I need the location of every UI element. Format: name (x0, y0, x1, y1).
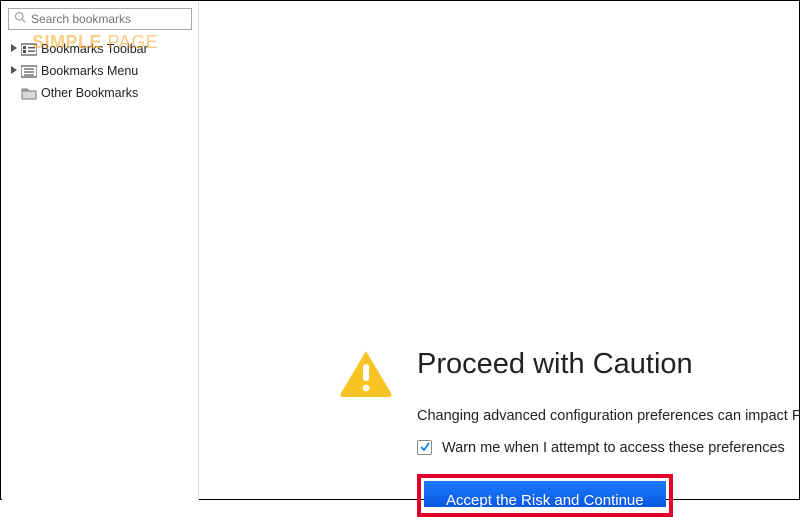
warning-checkbox-row: Warn me when I attempt to access these p… (417, 440, 798, 456)
main-content: Proceed with Caution Changing advanced c… (199, 2, 798, 498)
warning-description: Changing advanced configuration preferen… (417, 408, 798, 424)
bookmarks-tree: Bookmarks Toolbar Bookmarks Menu Other B… (2, 34, 198, 108)
search-input[interactable] (8, 8, 192, 30)
accept-button-wrap: Accept the Risk and Continue (417, 474, 673, 517)
sidebar-item-other-bookmarks[interactable]: Other Bookmarks (4, 82, 196, 104)
about-config-warning: Proceed with Caution Changing advanced c… (339, 347, 798, 517)
accept-highlight-box: Accept the Risk and Continue (417, 474, 673, 517)
bookmarks-menu-icon (21, 64, 37, 78)
bookmarks-sidebar: SIMPLE PAGE Bookmarks Toolbar (2, 2, 199, 500)
warning-body: Proceed with Caution Changing advanced c… (417, 347, 798, 517)
chevron-right-icon[interactable] (8, 43, 20, 55)
sidebar-item-label: Bookmarks Menu (41, 64, 138, 78)
folder-icon (21, 86, 37, 100)
check-icon (419, 441, 431, 455)
warning-title: Proceed with Caution (417, 347, 798, 382)
sidebar-item-label: Other Bookmarks (41, 86, 138, 100)
accept-risk-button[interactable]: Accept the Risk and Continue (424, 481, 666, 507)
sidebar-item-label: Bookmarks Toolbar (41, 42, 148, 56)
sidebar-item-bookmarks-menu[interactable]: Bookmarks Menu (4, 60, 196, 82)
bookmarks-toolbar-icon (21, 42, 37, 56)
search-wrap (2, 2, 198, 34)
window-frame: SIMPLE PAGE Bookmarks Toolbar (0, 0, 800, 500)
chevron-right-icon[interactable] (8, 65, 20, 77)
sidebar-item-bookmarks-toolbar[interactable]: Bookmarks Toolbar (4, 38, 196, 60)
warn-checkbox[interactable] (417, 440, 432, 455)
warning-triangle-icon (339, 349, 393, 402)
warn-checkbox-label: Warn me when I attempt to access these p… (442, 440, 785, 456)
